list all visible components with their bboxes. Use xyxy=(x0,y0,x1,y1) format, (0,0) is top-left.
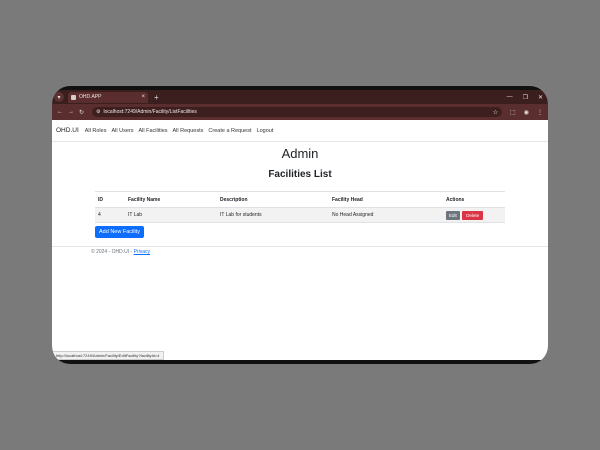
cell-description: IT Lab for students xyxy=(217,207,329,223)
device-frame: ▾ OHD.APP × + — ❐ ✕ ← → ↻ ⚙ localhost:72… xyxy=(52,86,548,364)
nav-link-all-users[interactable]: All Users xyxy=(111,128,133,134)
page-subtitle: Facilities List xyxy=(268,169,332,180)
url-text: localhost:7249/Admin/Facility/ListFacili… xyxy=(103,109,197,115)
brand-link[interactable]: OHD.UI xyxy=(56,127,79,134)
table-row: 4 IT Lab IT Lab for students No Head Ass… xyxy=(95,207,505,223)
column-header-actions: Actions xyxy=(443,191,505,208)
add-new-facility-button[interactable]: Add New Facility xyxy=(95,226,144,238)
footer-divider xyxy=(52,246,548,247)
privacy-link[interactable]: Privacy xyxy=(134,249,150,255)
close-window-icon[interactable]: ✕ xyxy=(538,94,543,101)
profile-icon[interactable]: ◉ xyxy=(524,109,529,116)
nav-link-all-roles[interactable]: All Roles xyxy=(85,128,107,134)
site-navbar: OHD.UI All Roles All Users All Facilitie… xyxy=(52,120,548,142)
back-icon[interactable]: ← xyxy=(57,109,63,115)
new-tab-button[interactable]: + xyxy=(154,93,159,102)
window-controls: — ❐ ✕ xyxy=(507,94,548,101)
nav-link-create-request[interactable]: Create a Request xyxy=(208,128,251,134)
bookmark-star-icon[interactable]: ☆ xyxy=(493,109,498,116)
site-info-icon[interactable]: ⚙ xyxy=(96,109,100,115)
footer-copyright: © 2024 - OHD.UI - xyxy=(91,249,134,255)
delete-button[interactable]: Delete xyxy=(462,210,484,220)
menu-icon[interactable]: ⋮ xyxy=(537,109,543,116)
maximize-icon[interactable]: ❐ xyxy=(523,94,528,101)
tab-search-icon[interactable]: ▾ xyxy=(54,92,64,102)
table-header-row: ID Facility Name Description Facility He… xyxy=(95,191,505,208)
forward-icon[interactable]: → xyxy=(68,109,74,115)
extensions-icon[interactable]: ⬚ xyxy=(510,109,516,116)
close-tab-icon[interactable]: × xyxy=(141,94,145,100)
nav-link-all-requests[interactable]: All Requests xyxy=(173,128,204,134)
nav-link-logout[interactable]: Logout xyxy=(257,128,274,134)
address-bar: ← → ↻ ⚙ localhost:7249/Admin/Facility/Li… xyxy=(52,104,548,120)
cell-facility-name: IT Lab xyxy=(125,207,217,223)
minimize-icon[interactable]: — xyxy=(507,94,513,101)
column-header-id: ID xyxy=(95,191,125,208)
cell-actions: Edit Delete xyxy=(443,207,505,223)
column-header-description: Description xyxy=(217,191,329,208)
extension-icons: ⬚ ◉ ⋮ xyxy=(510,109,543,116)
column-header-facility-head: Facility Head xyxy=(329,191,443,208)
cell-id: 4 xyxy=(95,207,125,223)
url-field[interactable]: ⚙ localhost:7249/Admin/Facility/ListFaci… xyxy=(92,107,503,117)
nav-link-all-facilities[interactable]: All Facilities xyxy=(138,128,167,134)
edit-button[interactable]: Edit xyxy=(446,210,460,220)
browser-tab[interactable]: OHD.APP × xyxy=(68,91,148,103)
footer: © 2024 - OHD.UI - Privacy xyxy=(91,249,150,255)
tab-bar: ▾ OHD.APP × + — ❐ ✕ xyxy=(52,90,548,104)
browser-window: ▾ OHD.APP × + — ❐ ✕ ← → ↻ ⚙ localhost:72… xyxy=(52,90,548,360)
tab-title: OHD.APP xyxy=(79,94,102,100)
facilities-table: ID Facility Name Description Facility He… xyxy=(95,191,505,223)
reload-icon[interactable]: ↻ xyxy=(79,109,84,116)
status-bar: http://localhost:7249/Admin/Facility/Edi… xyxy=(52,351,164,360)
page-title: Admin xyxy=(281,146,319,161)
column-header-facility-name: Facility Name xyxy=(125,191,217,208)
cell-facility-head: No Head Assigned xyxy=(329,207,443,223)
favicon-icon xyxy=(71,94,76,100)
